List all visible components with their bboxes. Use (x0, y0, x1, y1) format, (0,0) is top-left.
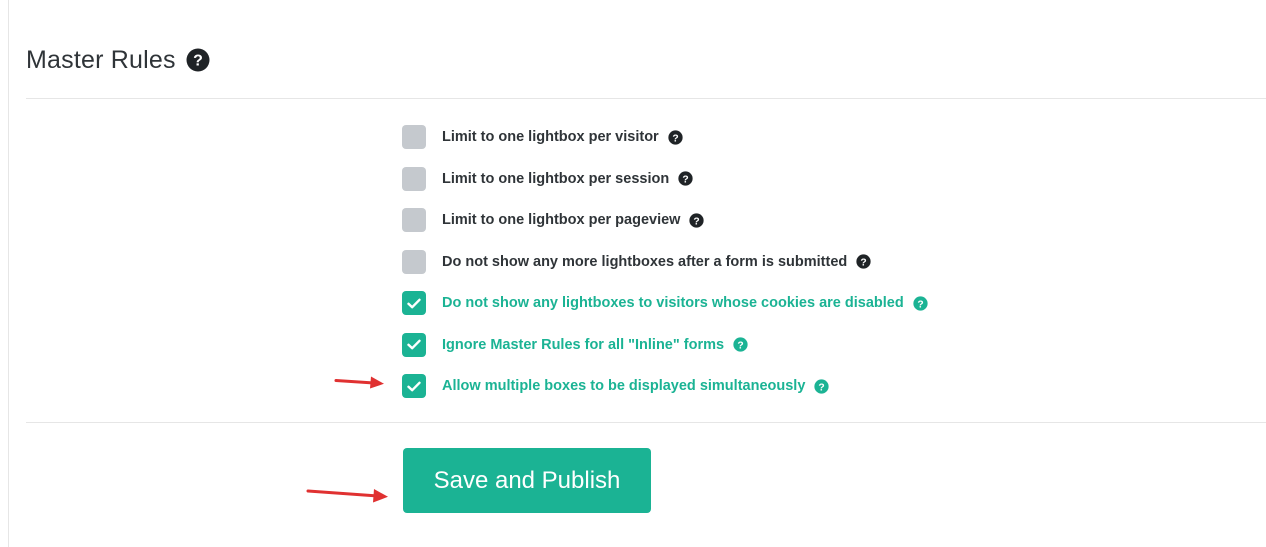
help-icon[interactable]: ? (856, 254, 871, 269)
checkbox[interactable] (402, 374, 426, 398)
svg-text:?: ? (193, 53, 203, 70)
checkbox[interactable] (402, 166, 426, 191)
rule-label: Ignore Master Rules for all "Inline" for… (442, 336, 725, 353)
checkbox[interactable] (402, 208, 426, 232)
svg-text:?: ? (861, 257, 867, 268)
rule-limit-per-pageview[interactable]: Limit to one lightbox per pageview ? (402, 208, 928, 232)
checkbox[interactable] (402, 332, 426, 357)
rule-allow-multiple[interactable]: Allow multiple boxes to be displayed sim… (402, 374, 928, 398)
page-title: Master Rules (26, 45, 176, 74)
rules-list: Limit to one lightbox per visitor ? Limi… (402, 125, 928, 416)
help-icon[interactable]: ? (678, 171, 693, 186)
rule-label: Limit to one lightbox per session (442, 170, 670, 187)
red-arrow-icon (334, 376, 384, 389)
section-header: Master Rules ? (26, 40, 210, 80)
svg-text:?: ? (672, 133, 678, 144)
rule-limit-per-visitor[interactable]: Limit to one lightbox per visitor ? (402, 125, 928, 149)
help-icon[interactable]: ? (668, 129, 683, 145)
rule-stop-after-submit[interactable]: Do not show any more lightboxes after a … (402, 249, 928, 274)
rule-label: Limit to one lightbox per pageview (442, 212, 681, 228)
checkbox[interactable] (402, 249, 426, 274)
help-icon[interactable]: ? (814, 378, 830, 394)
rule-label: Allow multiple boxes to be displayed sim… (442, 378, 806, 394)
svg-text:?: ? (819, 382, 825, 393)
red-arrow-icon (306, 489, 388, 503)
help-icon[interactable]: ? (913, 295, 928, 311)
check-icon (407, 298, 421, 308)
help-icon[interactable]: ? (186, 48, 210, 72)
check-icon (407, 381, 421, 391)
save-and-publish-button[interactable]: Save and Publish (403, 448, 651, 513)
rule-label: Do not show any lightboxes to visitors w… (442, 295, 904, 311)
svg-text:?: ? (917, 299, 923, 310)
help-icon[interactable]: ? (689, 212, 705, 228)
check-icon (407, 339, 421, 350)
divider-top (26, 98, 1266, 99)
checkbox[interactable] (402, 291, 426, 315)
rule-limit-per-session[interactable]: Limit to one lightbox per session ? (402, 166, 928, 191)
rule-ignore-inline[interactable]: Ignore Master Rules for all "Inline" for… (402, 332, 928, 357)
svg-text:?: ? (737, 340, 743, 351)
rule-label: Limit to one lightbox per visitor (442, 129, 659, 145)
help-icon[interactable]: ? (733, 337, 748, 352)
rule-label: Do not show any more lightboxes after a … (442, 253, 848, 270)
divider-bottom (26, 422, 1266, 423)
svg-text:?: ? (683, 174, 689, 185)
left-border (8, 0, 9, 547)
checkbox[interactable] (402, 125, 426, 149)
svg-text:?: ? (694, 216, 700, 227)
rule-cookies-disabled[interactable]: Do not show any lightboxes to visitors w… (402, 291, 928, 315)
